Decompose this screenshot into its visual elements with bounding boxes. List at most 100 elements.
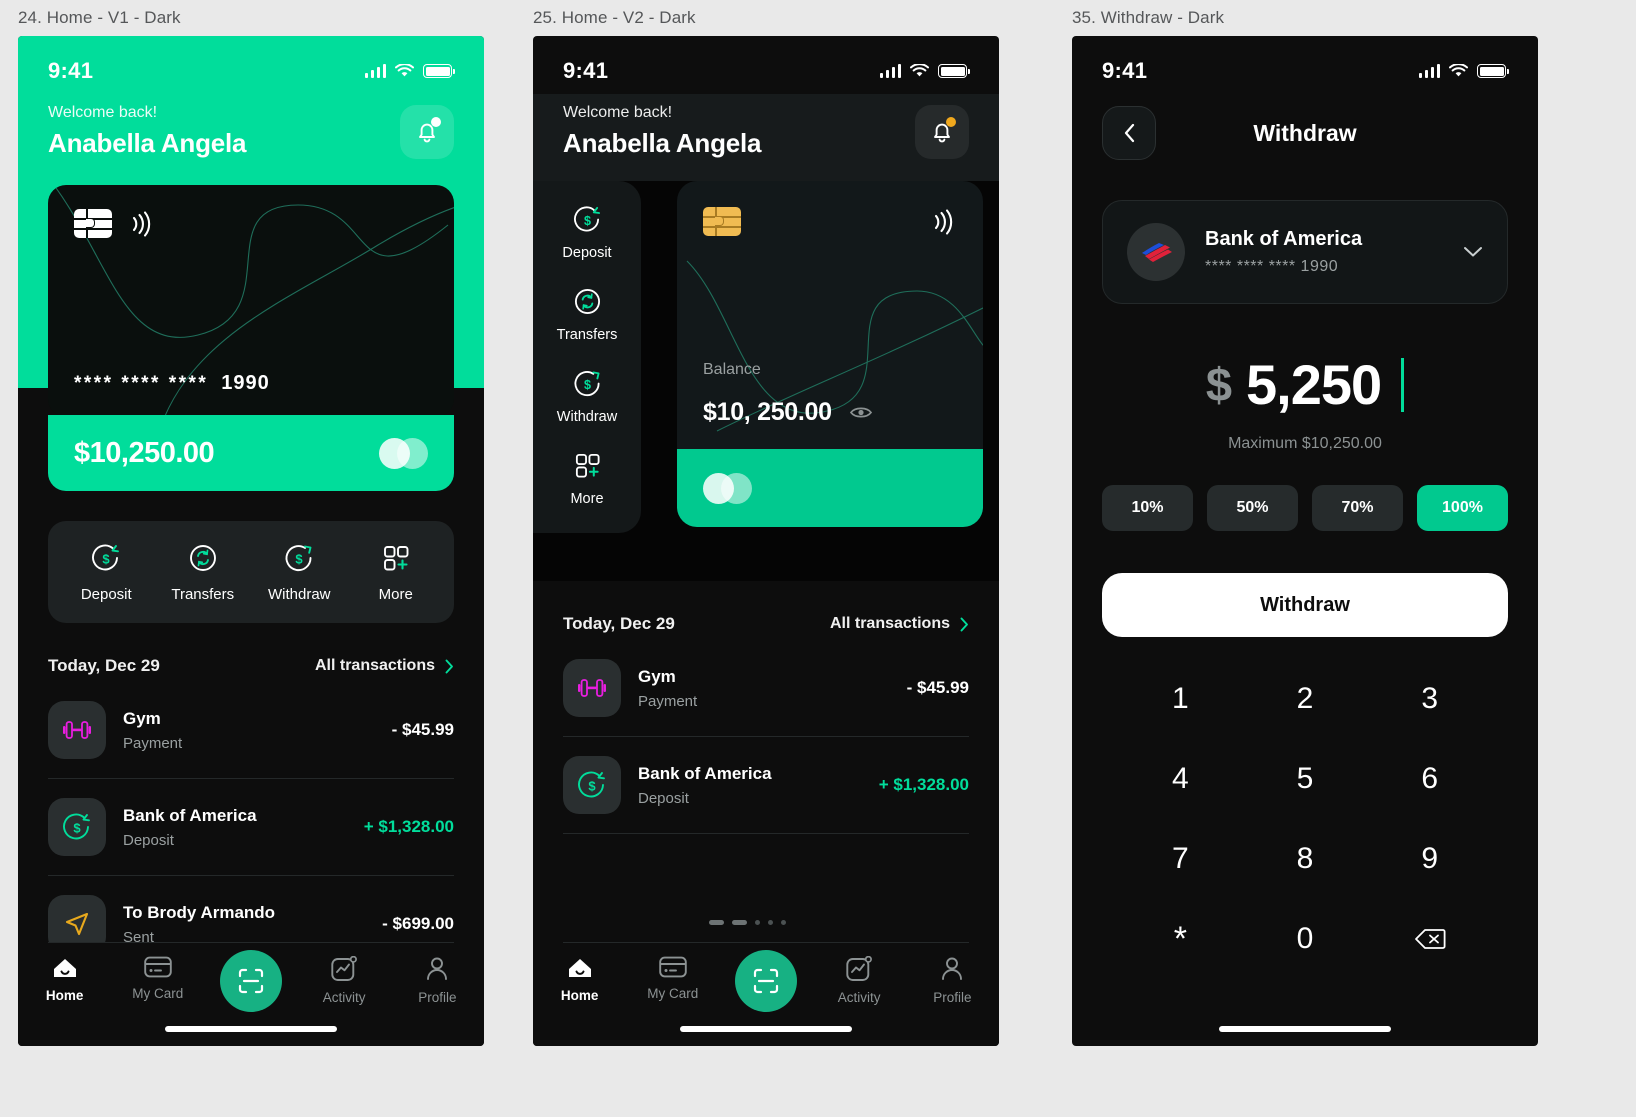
frame-title-home-v1: 24. Home - V1 - Dark — [18, 8, 181, 27]
withdraw-submit-button[interactable]: Withdraw — [1102, 573, 1508, 637]
quick-action-transfers[interactable]: Transfers — [160, 543, 246, 603]
transactions-date: Today, Dec 29 — [48, 656, 160, 675]
key-backspace[interactable] — [1367, 905, 1492, 973]
quick-action-deposit[interactable]: $ Deposit — [63, 543, 149, 603]
quick-action-deposit[interactable]: $ Deposit — [533, 205, 641, 261]
quick-action-withdraw[interactable]: $ Withdraw — [256, 543, 342, 603]
transaction-icon-wrap: $ — [563, 756, 621, 814]
amount-value: 5,250 — [1246, 353, 1382, 416]
tab-my-card[interactable]: My Card — [116, 956, 200, 1001]
backspace-icon — [1414, 929, 1446, 949]
status-time: 9:41 — [1102, 58, 1148, 83]
frame-withdraw: 35. Withdraw - Dark 9:41 Withdraw Bank o… — [1072, 8, 1538, 1046]
transaction-info: Bank of America Deposit — [123, 806, 347, 849]
activity-chart-icon — [331, 956, 358, 981]
account-name: Bank of America — [1205, 228, 1363, 250]
transaction-amount: - $45.99 — [906, 678, 969, 697]
key-3[interactable]: 3 — [1367, 665, 1492, 733]
account-info: Bank of America **** **** **** 1990 — [1205, 228, 1443, 276]
tab-profile[interactable]: Profile — [910, 956, 994, 1005]
wifi-icon — [910, 64, 929, 77]
scan-fab-button[interactable] — [734, 950, 797, 1012]
greeting-text: Welcome back! — [48, 104, 158, 121]
frame-home-v1: 24. Home - V1 - Dark 9:41 Welcome back! … — [18, 8, 484, 1046]
key-5[interactable]: 5 — [1243, 745, 1368, 813]
table-row[interactable]: Gym Payment - $45.99 — [48, 682, 454, 779]
chevron-down-icon[interactable] — [1463, 246, 1483, 258]
tab-my-card[interactable]: My Card — [631, 956, 715, 1001]
deposit-icon: $ — [63, 813, 90, 840]
key-asterisk[interactable]: * — [1118, 905, 1243, 973]
svg-text:$: $ — [584, 214, 591, 228]
card-carousel[interactable]: Balance $10, 250.00 — [641, 181, 999, 527]
key-8[interactable]: 8 — [1243, 825, 1368, 893]
tab-scan[interactable] — [209, 950, 293, 1012]
quick-action-more[interactable]: More — [353, 543, 439, 603]
percent-option-70[interactable]: 70% — [1312, 485, 1403, 531]
screen-withdraw: 9:41 Withdraw Bank of America **** **** … — [1072, 36, 1538, 1046]
tab-activity[interactable]: Activity — [302, 956, 386, 1005]
key-1[interactable]: 1 — [1118, 665, 1243, 733]
tab-label: Home — [45, 988, 84, 1003]
tab-home[interactable]: Home — [538, 956, 622, 1003]
battery-icon — [938, 64, 970, 78]
transaction-type: Payment — [123, 734, 183, 752]
eye-icon[interactable] — [849, 405, 872, 420]
scan-icon — [238, 968, 264, 994]
notifications-button[interactable] — [400, 104, 454, 159]
transaction-info: Bank of America Deposit — [638, 764, 862, 807]
credit-card[interactable]: **** **** **** 1990 — [48, 185, 454, 417]
key-2[interactable]: 2 — [1243, 665, 1368, 733]
home-icon — [53, 959, 76, 977]
credit-card-block[interactable]: **** **** **** 1990 $10,250.00 — [18, 185, 484, 491]
frame-home-v2: 25. Home - V2 - Dark 9:41 Welcome back! … — [533, 8, 999, 1046]
more-grid-icon — [383, 546, 409, 571]
transaction-name: To Brody Armando — [123, 902, 276, 922]
table-row[interactable]: $ Bank of America Deposit + $1,328.00 — [563, 737, 969, 834]
withdraw-icon: $ — [285, 545, 312, 571]
contactless-icon — [934, 208, 953, 235]
key-7[interactable]: 7 — [1118, 825, 1243, 893]
home-indicator — [1219, 1026, 1391, 1032]
percent-option-50[interactable]: 50% — [1207, 485, 1298, 531]
account-selector[interactable]: Bank of America **** **** **** 1990 — [1102, 200, 1508, 304]
percent-option-10[interactable]: 10% — [1102, 485, 1193, 531]
quick-action-withdraw[interactable]: $ Withdraw — [533, 369, 641, 425]
scan-fab-button[interactable] — [219, 950, 282, 1012]
screen-home-v2: 9:41 Welcome back! Anabella Angela $ Dep… — [533, 36, 999, 1046]
key-9[interactable]: 9 — [1367, 825, 1492, 893]
transaction-type: Deposit — [638, 789, 689, 807]
tab-profile[interactable]: Profile — [395, 956, 479, 1005]
all-transactions-link[interactable]: All transactions — [830, 615, 969, 633]
transaction-type: Payment — [638, 692, 698, 710]
svg-text:$: $ — [588, 779, 596, 794]
table-row[interactable]: Gym Payment - $45.99 — [563, 640, 969, 737]
transaction-name: Gym — [123, 708, 161, 728]
percent-option-100[interactable]: 100% — [1417, 485, 1508, 531]
key-4[interactable]: 4 — [1118, 745, 1243, 813]
all-transactions-link[interactable]: All transactions — [315, 657, 454, 675]
tab-label: Profile — [933, 990, 972, 1005]
notification-badge — [431, 116, 441, 127]
tab-label: My Card — [132, 986, 184, 1001]
key-6[interactable]: 6 — [1367, 745, 1492, 813]
home-indicator — [680, 1026, 852, 1032]
withdraw-header: Withdraw — [1072, 94, 1538, 160]
greeting-text: Welcome back! — [563, 104, 673, 121]
tab-home[interactable]: Home — [23, 956, 107, 1003]
quick-action-more[interactable]: More — [533, 451, 641, 507]
boa-flag-glyph — [1142, 243, 1172, 262]
amount-line[interactable]: $ 5,250 — [1072, 352, 1538, 417]
key-0[interactable]: 0 — [1243, 905, 1368, 973]
transactions-list: Gym Payment - $45.99 $ Bank of America D… — [533, 640, 999, 834]
credit-card-primary[interactable]: Balance $10, 250.00 — [677, 181, 983, 527]
table-row[interactable]: $ Bank of America Deposit + $1,328.00 — [48, 779, 454, 876]
back-button[interactable] — [1102, 106, 1156, 160]
user-name: Anabella Angela — [48, 128, 247, 158]
tab-scan[interactable] — [724, 950, 808, 1012]
tab-activity[interactable]: Activity — [817, 956, 901, 1005]
card-balance-bar: $10,250.00 — [48, 415, 454, 491]
wifi-icon — [395, 64, 414, 77]
quick-action-transfers[interactable]: Transfers — [533, 287, 641, 343]
notifications-button[interactable] — [915, 104, 969, 159]
